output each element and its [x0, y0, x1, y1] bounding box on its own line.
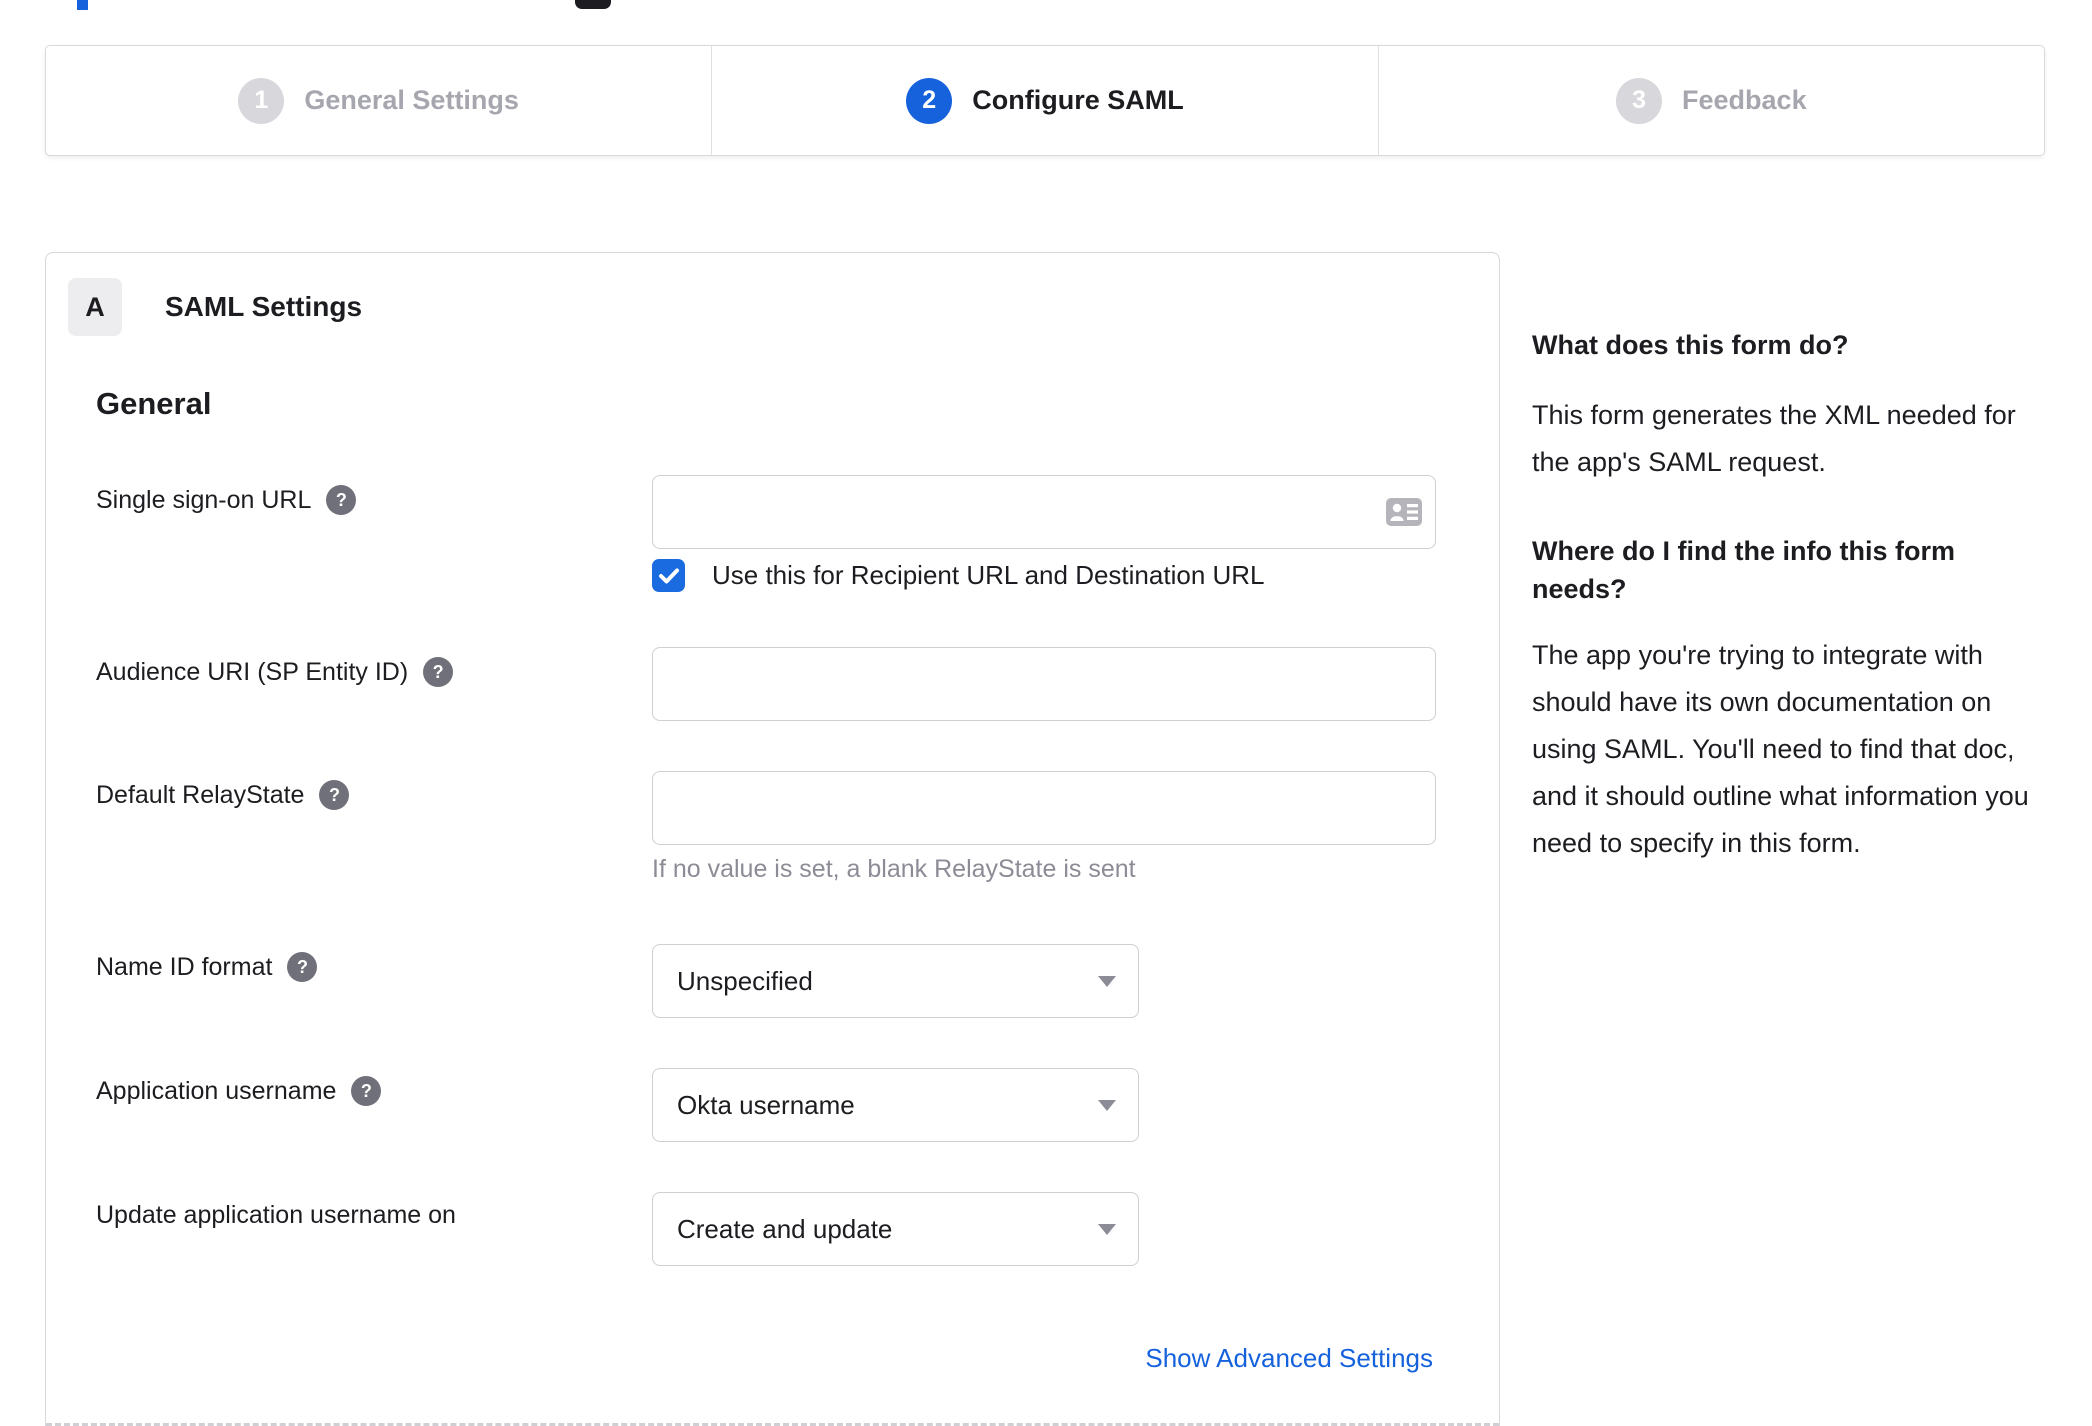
sso-url-input[interactable]: [652, 475, 1436, 549]
recipient-destination-checkbox[interactable]: [652, 559, 685, 592]
application-username-value: Okta username: [677, 1089, 855, 1120]
audience-uri-label: Audience URI (SP Entity ID): [96, 657, 409, 686]
cropped-icon-fragment: [575, 0, 611, 9]
relaystate-hint: If no value is set, a blank RelayState i…: [652, 855, 1136, 883]
name-id-format-label-row: Name ID format ?: [96, 951, 318, 983]
sso-url-help-icon[interactable]: ?: [326, 485, 357, 515]
section-a-badge: A: [68, 278, 122, 336]
wizard-step-general-settings[interactable]: 1 General Settings: [46, 46, 711, 155]
audience-uri-label-row: Audience URI (SP Entity ID) ?: [96, 656, 454, 688]
wizard-step-configure-saml[interactable]: 2 Configure SAML: [711, 46, 1377, 155]
relaystate-label: Default RelayState: [96, 780, 305, 809]
application-username-label: Application username: [96, 1076, 337, 1105]
audience-uri-help-icon[interactable]: ?: [423, 657, 454, 687]
step-3-label: Feedback: [1682, 85, 1807, 115]
audience-uri-input[interactable]: [652, 647, 1436, 721]
update-username-value: Create and update: [677, 1213, 893, 1244]
help-question-1: What does this form do?: [1532, 330, 1849, 360]
name-id-format-help-icon[interactable]: ?: [287, 952, 318, 982]
show-advanced-settings-link[interactable]: Show Advanced Settings: [1145, 1343, 1433, 1374]
update-username-select[interactable]: Create and update: [652, 1192, 1139, 1266]
name-id-format-select[interactable]: Unspecified: [652, 944, 1139, 1018]
help-answer-2: The app you're trying to integrate with …: [1532, 640, 2029, 858]
step-1-circle: 1: [238, 77, 285, 124]
relaystate-input[interactable]: [652, 771, 1436, 845]
name-id-format-label: Name ID format: [96, 952, 273, 981]
update-username-label-row: Update application username on: [96, 1199, 456, 1231]
help-sidebar: What does this form do? This form genera…: [1532, 326, 2056, 867]
application-username-select[interactable]: Okta username: [652, 1068, 1139, 1142]
contact-card-icon[interactable]: [1386, 498, 1422, 526]
relaystate-help-icon[interactable]: ?: [319, 780, 350, 810]
wizard-step-feedback[interactable]: 3 Feedback: [1377, 46, 2044, 155]
name-id-format-value: Unspecified: [677, 965, 813, 996]
sso-url-label: Single sign-on URL: [96, 485, 312, 514]
step-3-circle: 3: [1616, 77, 1663, 124]
wizard-step-bar: 1 General Settings 2 Configure SAML 3 Fe…: [45, 45, 2045, 156]
cropped-logo-fragment: [77, 0, 88, 10]
recipient-destination-checkbox-label: Use this for Recipient URL and Destinati…: [712, 560, 1265, 590]
step-2-circle: 2: [906, 77, 953, 124]
general-section-heading: General: [96, 386, 212, 421]
relaystate-label-row: Default RelayState ?: [96, 779, 350, 811]
update-username-label: Update application username on: [96, 1200, 456, 1229]
dropdown-arrow-icon: [1098, 976, 1116, 987]
dropdown-arrow-icon: [1098, 1224, 1116, 1235]
sso-url-label-row: Single sign-on URL ?: [96, 484, 357, 516]
help-answer-1: This form generates the XML needed for t…: [1532, 400, 2016, 477]
dropdown-arrow-icon: [1098, 1100, 1116, 1111]
help-question-2: Where do I find the info this form needs…: [1532, 536, 1955, 604]
application-username-label-row: Application username ?: [96, 1075, 382, 1107]
panel-title: SAML Settings: [165, 291, 363, 322]
application-username-help-icon[interactable]: ?: [351, 1076, 382, 1106]
step-2-label: Configure SAML: [972, 85, 1184, 115]
step-1-label: General Settings: [304, 85, 519, 115]
checkmark-icon: [658, 568, 679, 583]
saml-settings-panel: A SAML Settings General Single sign-on U…: [45, 252, 1500, 1426]
